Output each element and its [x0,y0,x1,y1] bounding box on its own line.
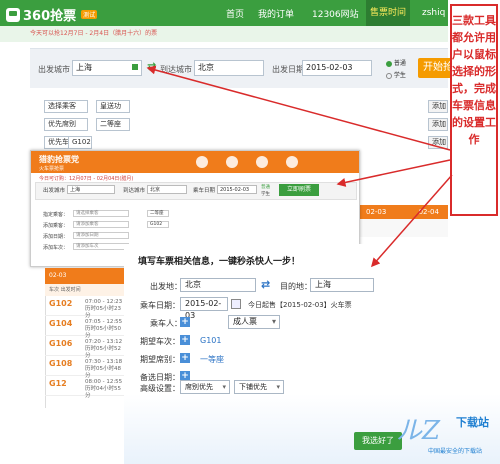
arrow-line [146,65,451,151]
watermark-sub: 中国最安全的下载站 [428,448,483,455]
arrow-line [371,174,453,268]
arrow-line [336,159,451,187]
watermark-logo: ルZ [396,416,441,446]
watermark-brand: 下载站 [456,416,489,429]
callout-arrows [146,65,453,268]
